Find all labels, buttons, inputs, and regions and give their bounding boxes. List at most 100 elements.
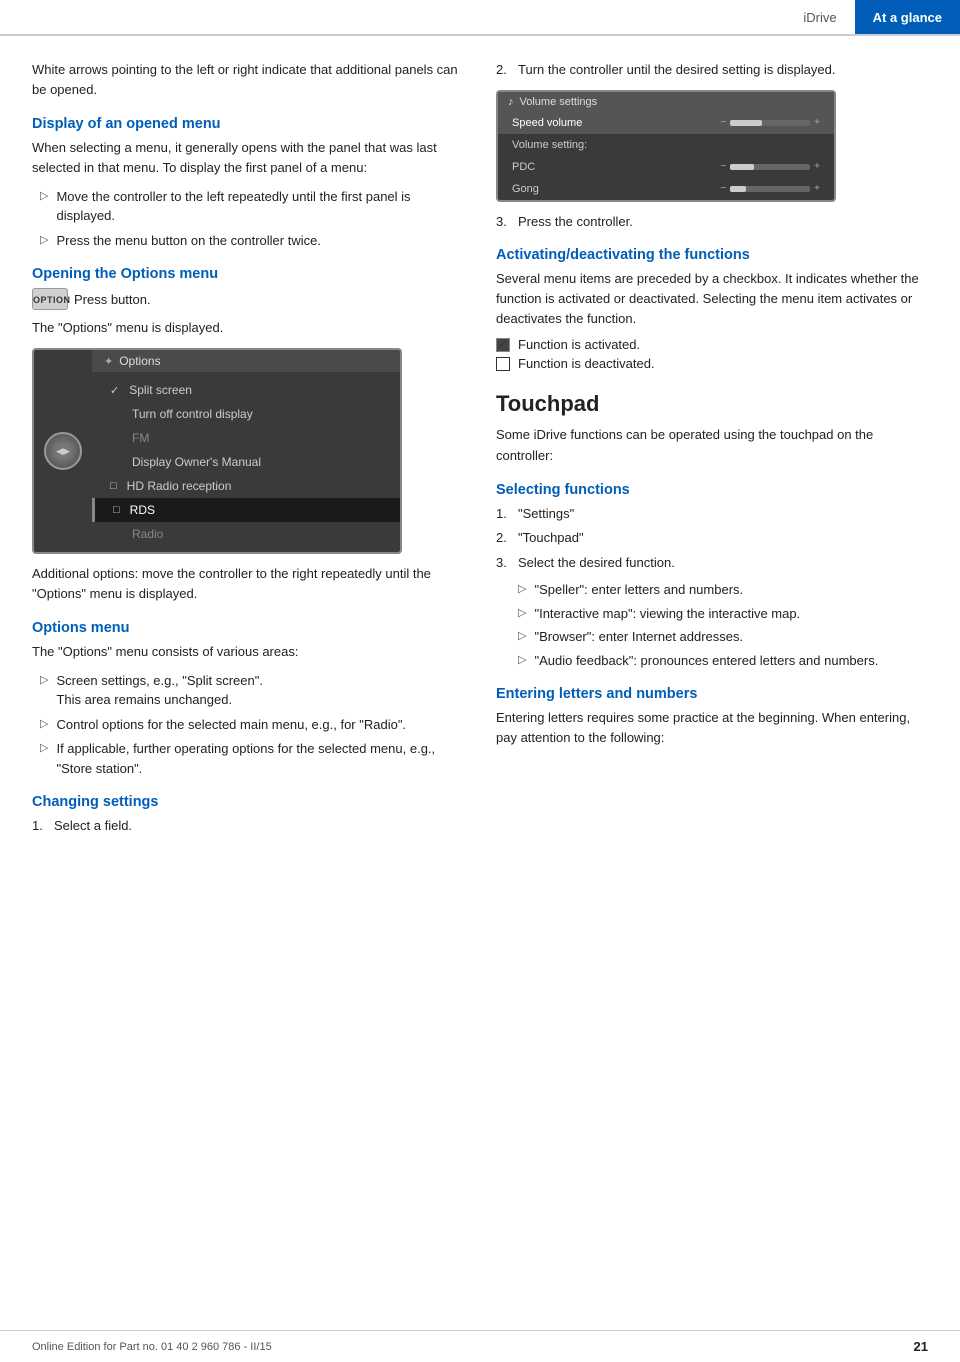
vol-bar-fill bbox=[730, 164, 754, 170]
vol-bar-fill bbox=[730, 186, 746, 192]
menu-item-split-screen: Split screen bbox=[92, 378, 400, 402]
vol-item-gong: Gong − + bbox=[498, 178, 834, 200]
list-item: ▷ Press the menu button on the controlle… bbox=[40, 231, 464, 251]
menu-item-turn-off: Turn off control display bbox=[92, 402, 400, 426]
menu-item-label: HD Radio reception bbox=[127, 479, 232, 493]
deactivated-label: Function is deactivated. bbox=[518, 356, 655, 371]
section-heading-changing-settings: Changing settings bbox=[32, 794, 464, 810]
sub-bullet-text: "Speller": enter letters and numbers. bbox=[534, 580, 743, 600]
step-number: 3. bbox=[496, 553, 514, 573]
vol-plus: + bbox=[814, 183, 820, 194]
main-content: White arrows pointing to the left or rig… bbox=[0, 36, 960, 868]
footer-page: 21 bbox=[914, 1339, 928, 1354]
vol-icon: ♪ bbox=[508, 96, 514, 108]
menu-item-label: Display Owner's Manual bbox=[132, 455, 261, 469]
list-item: ▷ "Interactive map": viewing the interac… bbox=[518, 604, 928, 624]
controller-knob: ◀▶ bbox=[44, 432, 82, 470]
arrow-icon: ▷ bbox=[518, 581, 526, 598]
display-opened-menu-body: When selecting a menu, it generally open… bbox=[32, 138, 464, 178]
function-deactivated-row: Function is deactivated. bbox=[496, 356, 928, 371]
sub-bullet-text: "Interactive map": viewing the interacti… bbox=[534, 604, 800, 624]
screenshot-title: Options bbox=[119, 354, 160, 368]
screenshot-left-ctrl: ◀▶ bbox=[34, 350, 92, 552]
section-heading-entering-letters: Entering letters and numbers bbox=[496, 686, 928, 702]
intro-text: White arrows pointing to the left or rig… bbox=[32, 60, 464, 100]
step-number: 2. bbox=[496, 528, 514, 548]
section-heading-opening-options: Opening the Options menu bbox=[32, 266, 464, 282]
vol-bar-container: − + bbox=[720, 161, 820, 172]
selecting-functions-steps: 1. "Settings" 2. "Touchpad" 3. Select th… bbox=[496, 504, 928, 573]
bullet-main: If applicable, further operating options… bbox=[56, 739, 464, 778]
vol-title-bar: ♪ Volume settings bbox=[498, 92, 834, 112]
vol-bar-container: − + bbox=[720, 117, 820, 128]
bullet-text: Move the controller to the left repeated… bbox=[56, 187, 464, 226]
bullet-main: Screen settings, e.g., "Split screen". bbox=[56, 673, 263, 688]
screenshot-menu-items: Split screen Turn off control display FM… bbox=[92, 372, 400, 552]
section-heading-options-menu: Options menu bbox=[32, 620, 464, 636]
vol-item-label: Volume setting: bbox=[512, 139, 587, 151]
touchpad-body: Some iDrive functions can be operated us… bbox=[496, 425, 928, 465]
list-item: 3. Select the desired function. bbox=[496, 553, 928, 573]
bullet-text: Press the menu button on the controller … bbox=[56, 231, 320, 251]
footer: Online Edition for Part no. 01 40 2 960 … bbox=[0, 1330, 960, 1362]
screenshot-outer: ◀▶ ✦ Options Split screen Turn off contr… bbox=[34, 350, 400, 552]
arrow-icon: ▷ bbox=[40, 740, 48, 757]
arrow-icon: ▷ bbox=[40, 672, 48, 689]
step-text: Press the controller. bbox=[518, 212, 633, 232]
footer-text: Online Edition for Part no. 01 40 2 960 … bbox=[32, 1341, 272, 1353]
list-item: ▷ Control options for the selected main … bbox=[40, 715, 464, 735]
arrow-icon: ▷ bbox=[518, 628, 526, 645]
arrow-icon: ▷ bbox=[40, 716, 48, 733]
vol-title: Volume settings bbox=[520, 96, 598, 108]
list-item: 1. Select a field. bbox=[32, 816, 464, 836]
vol-item-label: Speed volume bbox=[512, 117, 582, 129]
additional-options-text: Additional options: move the controller … bbox=[32, 564, 464, 604]
vol-plus: + bbox=[814, 117, 820, 128]
section-heading-activating: Activating/deactivating the functions bbox=[496, 247, 928, 263]
activated-label: Function is activated. bbox=[518, 337, 640, 352]
menu-item-label: Split screen bbox=[129, 383, 192, 397]
menu-item-label: Turn off control display bbox=[132, 407, 253, 421]
list-item: 2. Turn the controller until the desired… bbox=[496, 60, 928, 80]
list-item: 1. "Settings" bbox=[496, 504, 928, 524]
bullet-main: Control options for the selected main me… bbox=[56, 715, 406, 735]
options-menu-bullets: ▷ Screen settings, e.g., "Split screen".… bbox=[40, 671, 464, 779]
list-item: ▷ "Speller": enter letters and numbers. bbox=[518, 580, 928, 600]
vol-bar bbox=[730, 164, 810, 170]
left-column: White arrows pointing to the left or rig… bbox=[32, 60, 464, 844]
step-text: "Touchpad" bbox=[518, 528, 584, 548]
sub-bullet-text: "Browser": enter Internet addresses. bbox=[534, 627, 743, 647]
press-button-row: OPTION Press button. bbox=[32, 288, 464, 310]
vol-item-pdc: PDC − + bbox=[498, 156, 834, 178]
bullet-content: Screen settings, e.g., "Split screen". T… bbox=[56, 671, 263, 710]
step-text: Select the desired function. bbox=[518, 553, 675, 573]
section-heading-selecting-functions: Selecting functions bbox=[496, 482, 928, 498]
vol-minus: − bbox=[720, 183, 726, 194]
bullet-sub: This area remains unchanged. bbox=[56, 692, 232, 707]
screenshot-title-bar: ✦ Options bbox=[92, 350, 400, 372]
screenshot-content-area: ✦ Options Split screen Turn off control … bbox=[92, 350, 400, 552]
menu-item-radio: Radio bbox=[92, 522, 400, 546]
menu-item-display-owners: Display Owner's Manual bbox=[92, 450, 400, 474]
menu-item-label: FM bbox=[132, 431, 149, 445]
vol-plus: + bbox=[814, 161, 820, 172]
tab-at-a-glance[interactable]: At a glance bbox=[855, 0, 960, 34]
step3-list: 3. Press the controller. bbox=[496, 212, 928, 232]
menu-item-hd-radio: HD Radio reception bbox=[92, 474, 400, 498]
vol-item-volume-setting: Volume setting: bbox=[498, 134, 834, 156]
options-menu-body: The "Options" menu consists of various a… bbox=[32, 642, 464, 662]
vol-bar-fill bbox=[730, 120, 762, 126]
list-item: ▷ Screen settings, e.g., "Split screen".… bbox=[40, 671, 464, 710]
header: iDrive At a glance bbox=[0, 0, 960, 36]
step-text: Select a field. bbox=[54, 816, 132, 836]
vol-bar-container: − + bbox=[720, 183, 820, 194]
tab-idrive[interactable]: iDrive bbox=[785, 0, 854, 34]
step-text: Turn the controller until the desired se… bbox=[518, 60, 835, 80]
arrow-icon: ▷ bbox=[40, 188, 48, 205]
vol-minus: − bbox=[720, 117, 726, 128]
arrow-icon: ▷ bbox=[518, 652, 526, 669]
list-item: ▷ "Audio feedback": pronounces entered l… bbox=[518, 651, 928, 671]
vol-item-speed-volume: Speed volume − + bbox=[498, 112, 834, 134]
checkbox-checked-icon bbox=[496, 338, 510, 352]
menu-icon: ✦ bbox=[104, 355, 113, 368]
